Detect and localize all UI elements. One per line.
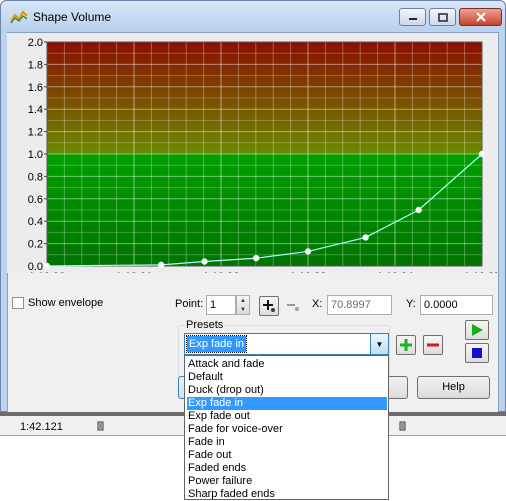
close-icon — [475, 12, 486, 22]
presets-selected-value: Exp fade in — [185, 335, 248, 353]
preset-option[interactable]: Fade out — [187, 449, 387, 462]
y-tick-label: 1.4 — [28, 104, 43, 116]
point-field[interactable]: 1 — [206, 295, 236, 315]
minus-icon — [427, 343, 439, 347]
show-envelope-label: Show envelope — [28, 297, 104, 309]
plus-icon — [400, 339, 412, 351]
preset-option[interactable]: Power failure — [187, 475, 387, 488]
preset-option[interactable]: Duck (drop out) — [187, 384, 387, 397]
x-label: X: — [312, 298, 323, 310]
presets-label: Presets — [185, 319, 225, 331]
maximize-button[interactable] — [429, 8, 456, 26]
play-icon — [472, 324, 483, 336]
point-spinner[interactable]: ▲ ▼ — [236, 295, 250, 315]
preset-option[interactable]: Sharp faded ends — [187, 488, 387, 501]
show-envelope-checkbox[interactable] — [12, 297, 24, 309]
y-tick-label: 1.0 — [28, 149, 43, 161]
preset-option[interactable]: Faded ends — [187, 462, 387, 475]
envelope-app-icon — [10, 10, 28, 24]
add-preset-button[interactable] — [396, 335, 416, 355]
remove-point-button[interactable] — [283, 296, 303, 316]
x-tick-label: 1:10.90 — [29, 271, 66, 273]
envelope-point — [252, 254, 260, 262]
preset-option[interactable]: Attack and fade — [187, 358, 387, 371]
y-tick-label: 0.4 — [28, 216, 43, 228]
spin-down-icon[interactable]: ▼ — [237, 305, 249, 314]
y-coordinate-value: 0.0000 — [424, 299, 458, 311]
chevron-down-icon: ▼ — [375, 339, 384, 349]
y-coordinate-field[interactable]: 0.0000 — [420, 295, 493, 315]
x-tick-label: 1:10.93 — [290, 271, 327, 273]
x-tick-label: 1:10.95 — [464, 271, 497, 273]
envelope-point — [157, 261, 165, 269]
envelope-endpoint — [478, 150, 486, 158]
envelope-point — [362, 234, 369, 241]
add-point-icon — [263, 300, 275, 312]
marker-icon-right — [399, 421, 406, 431]
volume-envelope-chart[interactable]: 0.00.20.40.60.81.01.21.41.61.82.01:10.90… — [7, 33, 497, 273]
y-tick-label: 0.6 — [28, 194, 43, 206]
envelope-point — [304, 248, 312, 255]
y-tick-label: 0.8 — [28, 171, 43, 183]
close-button[interactable] — [459, 8, 502, 26]
point-value: 1 — [210, 299, 217, 311]
y-tick-label: 1.2 — [28, 127, 43, 139]
y-tick-label: 2.0 — [28, 37, 43, 49]
help-button-label: Help — [442, 381, 465, 393]
minimize-icon — [408, 18, 417, 20]
remove-point-icon — [287, 304, 299, 311]
presets-combobox[interactable]: Exp fade in ▼ — [184, 333, 389, 355]
marker-icon — [97, 421, 104, 431]
title-bar[interactable]: Shape Volume — [1, 1, 505, 31]
envelope-point — [201, 258, 208, 265]
preset-option[interactable]: Fade in — [187, 436, 387, 449]
preset-option[interactable]: Fade for voice-over — [187, 423, 387, 436]
point-label: Point: — [175, 298, 204, 310]
delete-preset-button[interactable] — [423, 335, 443, 355]
x-coordinate-value: 70.8997 — [331, 299, 371, 311]
minimize-button[interactable] — [399, 8, 426, 26]
maximize-icon — [437, 12, 448, 22]
help-button[interactable]: Help — [417, 376, 490, 399]
presets-dropdown-list[interactable]: Attack and fade Default Duck (drop out) Exp… — [184, 355, 389, 500]
stop-button[interactable] — [465, 343, 489, 363]
envelope-point — [415, 206, 422, 214]
envelope-point — [43, 262, 51, 270]
y-tick-label: 1.8 — [28, 59, 43, 71]
timeline-time-readout: 1:42.121 — [20, 421, 63, 433]
play-button[interactable] — [465, 320, 489, 340]
spin-up-icon[interactable]: ▲ — [237, 296, 249, 305]
y-label: Y: — [406, 298, 416, 310]
x-tick-label: 1:10.91 — [116, 271, 153, 273]
y-tick-label: 0.2 — [28, 239, 43, 251]
x-coordinate-field[interactable]: 70.8997 — [327, 295, 392, 315]
preset-option[interactable]: Exp fade out — [187, 410, 387, 423]
x-tick-label: 1:10.94 — [377, 271, 414, 273]
window-title: Shape Volume — [33, 10, 112, 24]
preset-option[interactable]: Exp fade in — [187, 397, 387, 410]
preset-option[interactable]: Default — [187, 371, 387, 384]
stop-icon — [472, 348, 482, 358]
add-point-button[interactable] — [259, 296, 279, 316]
y-tick-label: 1.6 — [28, 82, 43, 94]
x-tick-label: 1:10.92 — [203, 271, 240, 273]
presets-dropdown-button[interactable]: ▼ — [370, 334, 388, 354]
